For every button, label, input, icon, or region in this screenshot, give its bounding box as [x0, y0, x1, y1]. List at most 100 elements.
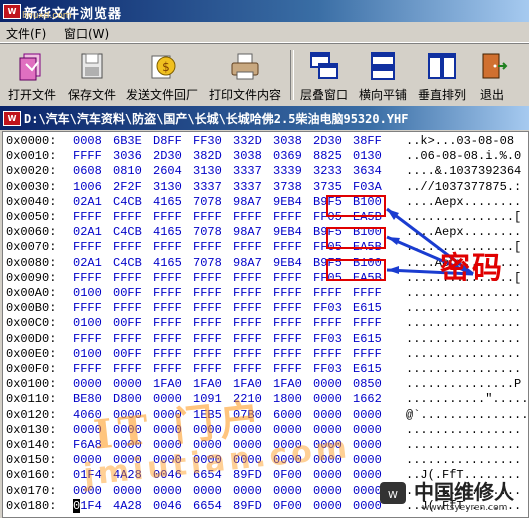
hex-word[interactable]: 2D30: [153, 149, 182, 163]
hex-word[interactable]: 0000: [193, 484, 222, 498]
hex-word[interactable]: 3038: [273, 134, 302, 148]
hex-word[interactable]: FFFF: [73, 362, 102, 376]
hex-word[interactable]: 6000: [273, 408, 302, 422]
hex-word[interactable]: FFFF: [313, 347, 342, 361]
hex-word[interactable]: FFFF: [113, 271, 142, 285]
hex-word[interactable]: 6654: [193, 499, 222, 513]
hex-word[interactable]: FFFF: [73, 332, 102, 346]
hex-word[interactable]: FFFF: [273, 286, 302, 300]
hex-word[interactable]: FFFF: [73, 210, 102, 224]
hex-word[interactable]: 98A7: [233, 195, 262, 209]
hex-word[interactable]: FFFF: [153, 332, 182, 346]
hex-row[interactable]: 0x0110: BE80 D800 0000 1091 2210 1800 0000 1662.…: [3, 391, 528, 407]
hex-word[interactable]: FFFF: [353, 316, 382, 330]
hex-word[interactable]: 7078: [193, 195, 222, 209]
hex-word[interactable]: 332D: [233, 134, 262, 148]
hex-word[interactable]: 01F4: [73, 498, 102, 513]
hex-word[interactable]: FFFF: [273, 316, 302, 330]
hex-word[interactable]: E615: [353, 301, 382, 315]
hex-word[interactable]: FFFF: [153, 210, 182, 224]
hex-word[interactable]: 1800: [273, 392, 302, 406]
hex-word[interactable]: 0000: [153, 484, 182, 498]
hex-row[interactable]: 0x00B0: FFFF FFFF FFFF FFFF FFFF FFFF FF03 E615.…: [3, 300, 528, 316]
hex-word[interactable]: 3735: [313, 180, 342, 194]
hex-word[interactable]: FFFF: [273, 332, 302, 346]
hex-word[interactable]: 4A28: [113, 499, 142, 513]
hex-word[interactable]: FFFF: [233, 271, 262, 285]
hex-word[interactable]: 0000: [233, 484, 262, 498]
hex-row[interactable]: 0x0000: 0008 6B3E D8FF FF30 332D 3038 2D30 38FF.…: [3, 133, 528, 149]
hex-word[interactable]: FFFF: [233, 347, 262, 361]
hex-word[interactable]: 9EB4: [273, 195, 302, 209]
tile-vertical-button[interactable]: 垂直排列: [414, 48, 470, 104]
hex-word[interactable]: 7078: [193, 225, 222, 239]
hex-word[interactable]: 2D30: [313, 134, 342, 148]
hex-word[interactable]: 0000: [353, 408, 382, 422]
hex-word[interactable]: 38FF: [353, 134, 382, 148]
menu-file[interactable]: 文件(F): [6, 25, 46, 42]
hex-word[interactable]: 00FF: [113, 347, 142, 361]
hex-word[interactable]: FFFF: [193, 347, 222, 361]
hex-word[interactable]: 0000: [353, 423, 382, 437]
hex-word[interactable]: FFFF: [153, 316, 182, 330]
hex-word[interactable]: FFFF: [73, 240, 102, 254]
hex-word[interactable]: FFFF: [313, 316, 342, 330]
hex-word[interactable]: 4165: [153, 225, 182, 239]
print-button[interactable]: 打印文件内容: [204, 48, 286, 104]
exit-button[interactable]: 退出: [472, 48, 512, 104]
hex-word[interactable]: FFFF: [273, 347, 302, 361]
hex-word[interactable]: 0000: [313, 484, 342, 498]
hex-word[interactable]: 9EB4: [273, 256, 302, 270]
hex-word[interactable]: FFFF: [73, 271, 102, 285]
hex-word[interactable]: FFFF: [193, 210, 222, 224]
hex-word[interactable]: FF30: [193, 134, 222, 148]
hex-word[interactable]: FFFF: [113, 362, 142, 376]
hex-word[interactable]: FFFF: [233, 332, 262, 346]
hex-word[interactable]: 9EB4: [273, 225, 302, 239]
hex-word[interactable]: FFFF: [193, 301, 222, 315]
send-file-button[interactable]: $ 发送文件回厂: [122, 48, 202, 104]
hex-word[interactable]: 1662: [353, 392, 382, 406]
hex-word[interactable]: 0000: [353, 438, 382, 452]
hex-word[interactable]: 7078: [193, 256, 222, 270]
hex-word[interactable]: FFFF: [233, 316, 262, 330]
hex-word[interactable]: 1006: [73, 180, 102, 194]
hex-word[interactable]: 4165: [153, 195, 182, 209]
hex-word[interactable]: 382D: [193, 149, 222, 163]
hex-word[interactable]: 3130: [153, 180, 182, 194]
hex-word[interactable]: 1FA0: [273, 377, 302, 391]
hex-row[interactable]: 0x00F0: FFFF FFFF FFFF FFFF FFFF FFFF FF03 E615.…: [3, 361, 528, 377]
hex-view[interactable]: 0x0180: 01F4 4A28 0046 6654 89FD 0F00 0000 0000.…: [2, 131, 529, 518]
hex-word[interactable]: 0008: [73, 134, 102, 148]
hex-word[interactable]: 0000: [313, 468, 342, 482]
hex-word[interactable]: 0850: [353, 377, 382, 391]
hex-word[interactable]: 00FF: [113, 316, 142, 330]
hex-word[interactable]: 3038: [233, 149, 262, 163]
hex-word[interactable]: 4165: [153, 256, 182, 270]
hex-word[interactable]: E615: [353, 362, 382, 376]
hex-word[interactable]: 00FF: [113, 286, 142, 300]
hex-word[interactable]: 0100: [73, 347, 102, 361]
hex-word[interactable]: 0100: [73, 316, 102, 330]
hex-row[interactable]: 0x00C0: 0100 00FF FFFF FFFF FFFF FFFF FFFF FFFF.…: [3, 315, 528, 331]
hex-word[interactable]: FFFF: [193, 286, 222, 300]
hex-word[interactable]: 0000: [313, 392, 342, 406]
hex-word[interactable]: 0000: [313, 377, 342, 391]
hex-word[interactable]: FFFF: [113, 301, 142, 315]
hex-word[interactable]: FFFF: [73, 149, 102, 163]
hex-word[interactable]: FFFF: [273, 210, 302, 224]
hex-word[interactable]: FFFF: [353, 347, 382, 361]
hex-word[interactable]: 89FD: [233, 499, 262, 513]
hex-word[interactable]: FFFF: [273, 271, 302, 285]
hex-word[interactable]: FFFF: [193, 271, 222, 285]
hex-word[interactable]: FFFF: [233, 301, 262, 315]
hex-word[interactable]: 3634: [353, 164, 382, 178]
hex-row[interactable]: 0x00D0: FFFF FFFF FFFF FFFF FFFF FFFF FF03 E615.…: [3, 331, 528, 347]
hex-row[interactable]: 0x00E0: 0100 00FF FFFF FFFF FFFF FFFF FFFF FFFF.…: [3, 346, 528, 362]
hex-word[interactable]: 98A7: [233, 256, 262, 270]
hex-word[interactable]: 8825: [313, 149, 342, 163]
hex-word[interactable]: 2F2F: [113, 180, 142, 194]
hex-word[interactable]: FFFF: [193, 362, 222, 376]
hex-word[interactable]: 02A1: [73, 256, 102, 270]
hex-word[interactable]: 02A1: [73, 225, 102, 239]
